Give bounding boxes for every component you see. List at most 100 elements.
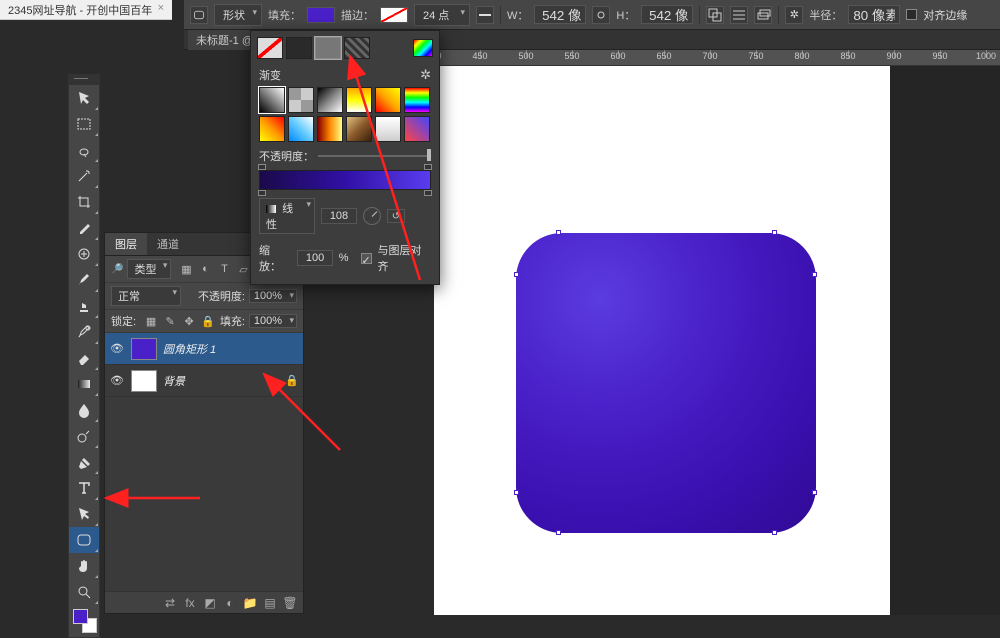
stroke-style-button[interactable] (476, 6, 494, 24)
layer-thumbnail[interactable] (131, 370, 157, 392)
scale-input[interactable]: 100 (297, 250, 332, 266)
gradient-editor-bar[interactable] (259, 170, 431, 190)
lock-move-icon[interactable]: ✥ (182, 314, 196, 328)
shape-anchor[interactable] (812, 272, 817, 277)
shape-anchor[interactable] (772, 230, 777, 235)
canvas-area[interactable] (434, 66, 1000, 615)
shape-anchor[interactable] (556, 530, 561, 535)
shape-anchor[interactable] (514, 272, 519, 277)
lock-transparent-icon[interactable]: ▦ (144, 314, 158, 328)
filter-adjust-icon[interactable]: ◐ (198, 262, 212, 276)
blend-mode-select[interactable]: 正常 (111, 286, 181, 306)
fill-type-gradient-button[interactable] (315, 37, 341, 59)
panel-drag-handle[interactable] (69, 75, 99, 85)
new-layer-icon[interactable]: ▤ (263, 596, 277, 610)
layer-name[interactable]: 圆角矩形 1 (163, 341, 279, 357)
height-input[interactable] (641, 5, 693, 24)
link-wh-icon[interactable] (592, 6, 610, 24)
tab-layers[interactable]: 图层 (105, 233, 147, 255)
opacity-slider[interactable] (318, 149, 431, 163)
gradient-preset[interactable] (404, 116, 430, 142)
fill-type-none-button[interactable] (257, 37, 283, 59)
tool-spot-heal[interactable] (69, 241, 99, 267)
gradient-preset[interactable] (346, 116, 372, 142)
opacity-stop[interactable] (258, 164, 266, 170)
shape-anchor[interactable] (812, 490, 817, 495)
tool-zoom[interactable] (69, 579, 99, 605)
color-picker-icon[interactable] (413, 39, 433, 57)
gradient-preset[interactable] (375, 116, 401, 142)
align-edges-checkbox[interactable]: 对齐边缘 (906, 7, 967, 23)
link-layers-icon[interactable]: ⇄ (163, 596, 177, 610)
gradient-preset[interactable] (375, 87, 401, 113)
gradient-preset[interactable] (259, 116, 285, 142)
adjustment-layer-icon[interactable]: ◐ (223, 596, 237, 610)
tool-brush[interactable] (69, 267, 99, 293)
gradient-preset[interactable] (288, 87, 314, 113)
layer-mask-icon[interactable]: ◩ (203, 596, 217, 610)
filter-shape-icon[interactable]: ▱ (236, 262, 250, 276)
gradient-preset[interactable] (317, 116, 343, 142)
fill-swatch[interactable] (307, 7, 335, 23)
stroke-width-select[interactable]: 24 点 (414, 4, 470, 26)
tab-channels[interactable]: 通道 (147, 233, 189, 255)
layer-row[interactable]: 👁背景🔒 (105, 365, 303, 397)
filter-kind-select[interactable]: 类型 (127, 259, 171, 279)
path-arrange-button[interactable] (754, 6, 772, 24)
shape-anchor[interactable] (514, 490, 519, 495)
fg-bg-swatch[interactable] (73, 609, 97, 633)
angle-input[interactable]: 108 (321, 208, 357, 224)
gear-icon[interactable]: ✲ (785, 6, 803, 24)
tool-rect-marquee[interactable] (69, 111, 99, 137)
layer-group-icon[interactable]: 📁 (243, 596, 257, 610)
fill-type-solid-button[interactable] (286, 37, 312, 59)
lock-paint-icon[interactable]: ✎ (163, 314, 177, 328)
gradient-preset[interactable] (288, 116, 314, 142)
shape-anchor[interactable] (772, 530, 777, 535)
layer-name[interactable]: 背景 (163, 373, 279, 389)
reverse-gradient-button[interactable]: ↺ (387, 209, 405, 223)
path-combine-button[interactable] (706, 6, 724, 24)
align-with-layer-checkbox[interactable]: ✓与图层对齐 (361, 242, 431, 274)
radius-input[interactable] (848, 5, 900, 24)
rounded-rectangle-shape[interactable] (516, 233, 816, 533)
tool-rounded-rect[interactable] (69, 527, 99, 553)
tool-history-brush[interactable] (69, 319, 99, 345)
angle-dial[interactable] (363, 207, 381, 225)
stroke-swatch[interactable] (380, 7, 408, 23)
gear-icon[interactable]: ✲ (420, 67, 431, 83)
delete-layer-icon[interactable]: 🗑 (283, 596, 297, 610)
layer-thumbnail[interactable] (131, 338, 157, 360)
gradient-preset[interactable] (404, 87, 430, 113)
color-stop[interactable] (424, 190, 432, 196)
tool-lasso[interactable] (69, 137, 99, 163)
tool-eyedropper[interactable] (69, 215, 99, 241)
width-input[interactable] (534, 5, 586, 24)
tool-blur[interactable] (69, 397, 99, 423)
filter-type-icon[interactable]: T (217, 262, 231, 276)
tool-move[interactable] (69, 85, 99, 111)
gradient-preset[interactable] (259, 87, 285, 113)
layer-row[interactable]: 👁 圆角矩形 1 (105, 333, 303, 365)
tool-type[interactable] (69, 475, 99, 501)
fill-type-pattern-button[interactable] (344, 37, 370, 59)
gradient-preset[interactable] (346, 87, 372, 113)
fill-input[interactable]: 100% (249, 314, 297, 328)
tool-clone-stamp[interactable] (69, 293, 99, 319)
tool-magic-wand[interactable] (69, 163, 99, 189)
layer-fx-icon[interactable]: fx (183, 596, 197, 610)
shape-anchor[interactable] (556, 230, 561, 235)
tool-hand[interactable] (69, 553, 99, 579)
gradient-preset[interactable] (317, 87, 343, 113)
lock-all-icon[interactable]: 🔒 (201, 314, 215, 328)
shape-mode-select[interactable]: 形状 (214, 4, 262, 26)
visibility-eye-icon[interactable]: 👁 (109, 374, 125, 387)
tool-pen[interactable] (69, 449, 99, 475)
color-stop[interactable] (258, 190, 266, 196)
browser-tab[interactable]: 2345网址导航 - 开创中国百年 × (0, 0, 172, 20)
path-align-button[interactable] (730, 6, 748, 24)
opacity-stop[interactable] (424, 164, 432, 170)
close-icon[interactable]: × (158, 2, 164, 14)
visibility-eye-icon[interactable]: 👁 (109, 342, 125, 355)
gradient-style-select[interactable]: 线性 (259, 198, 315, 234)
